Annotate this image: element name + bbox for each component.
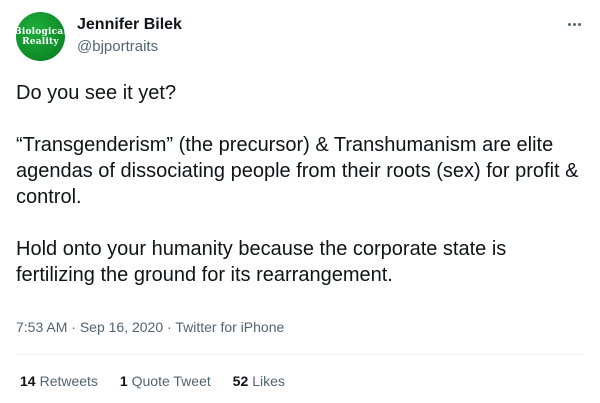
meta-separator: · bbox=[71, 319, 76, 335]
meta-separator: · bbox=[167, 319, 172, 335]
tweet-date[interactable]: Sep 16, 2020 bbox=[80, 319, 163, 335]
retweets-label: Retweets bbox=[39, 373, 98, 389]
tweet-time[interactable]: 7:53 AM bbox=[16, 319, 67, 335]
tweet-paragraph: Hold onto your humanity because the corp… bbox=[16, 238, 507, 286]
divider bbox=[16, 354, 584, 355]
avatar-text-line1: Biological bbox=[16, 26, 65, 37]
retweets-stat[interactable]: 14 Retweets bbox=[20, 373, 98, 389]
more-dots-icon[interactable] bbox=[564, 14, 584, 34]
quotes-stat[interactable]: 1 Quote Tweet bbox=[120, 373, 211, 389]
tweet-card: Biological Reality Jennifer Bilek @bjpor… bbox=[0, 0, 600, 403]
retweets-count: 14 bbox=[20, 373, 36, 389]
tweet-text: Do you see it yet? “Transgenderism” (the… bbox=[16, 80, 586, 314]
tweet-stats: 14 Retweets 1 Quote Tweet 52 Likes bbox=[20, 373, 303, 389]
avatar[interactable]: Biological Reality bbox=[16, 12, 65, 61]
likes-label: Likes bbox=[252, 373, 285, 389]
avatar-text-line2: Reality bbox=[22, 36, 59, 47]
tweet-meta: 7:53 AM · Sep 16, 2020 · Twitter for iPh… bbox=[16, 319, 284, 335]
tweet-paragraph: “Transgenderism” (the precursor) & Trans… bbox=[16, 134, 579, 208]
author-name[interactable]: Jennifer Bilek bbox=[77, 16, 182, 34]
quotes-label: Quote Tweet bbox=[131, 373, 211, 389]
author-handle[interactable]: @bjportraits bbox=[77, 38, 158, 55]
tweet-paragraph: Do you see it yet? bbox=[16, 82, 177, 104]
likes-count: 52 bbox=[232, 373, 249, 389]
quotes-count: 1 bbox=[119, 373, 128, 389]
likes-stat[interactable]: 52 Likes bbox=[233, 373, 285, 389]
tweet-source[interactable]: Twitter for iPhone bbox=[175, 319, 284, 335]
